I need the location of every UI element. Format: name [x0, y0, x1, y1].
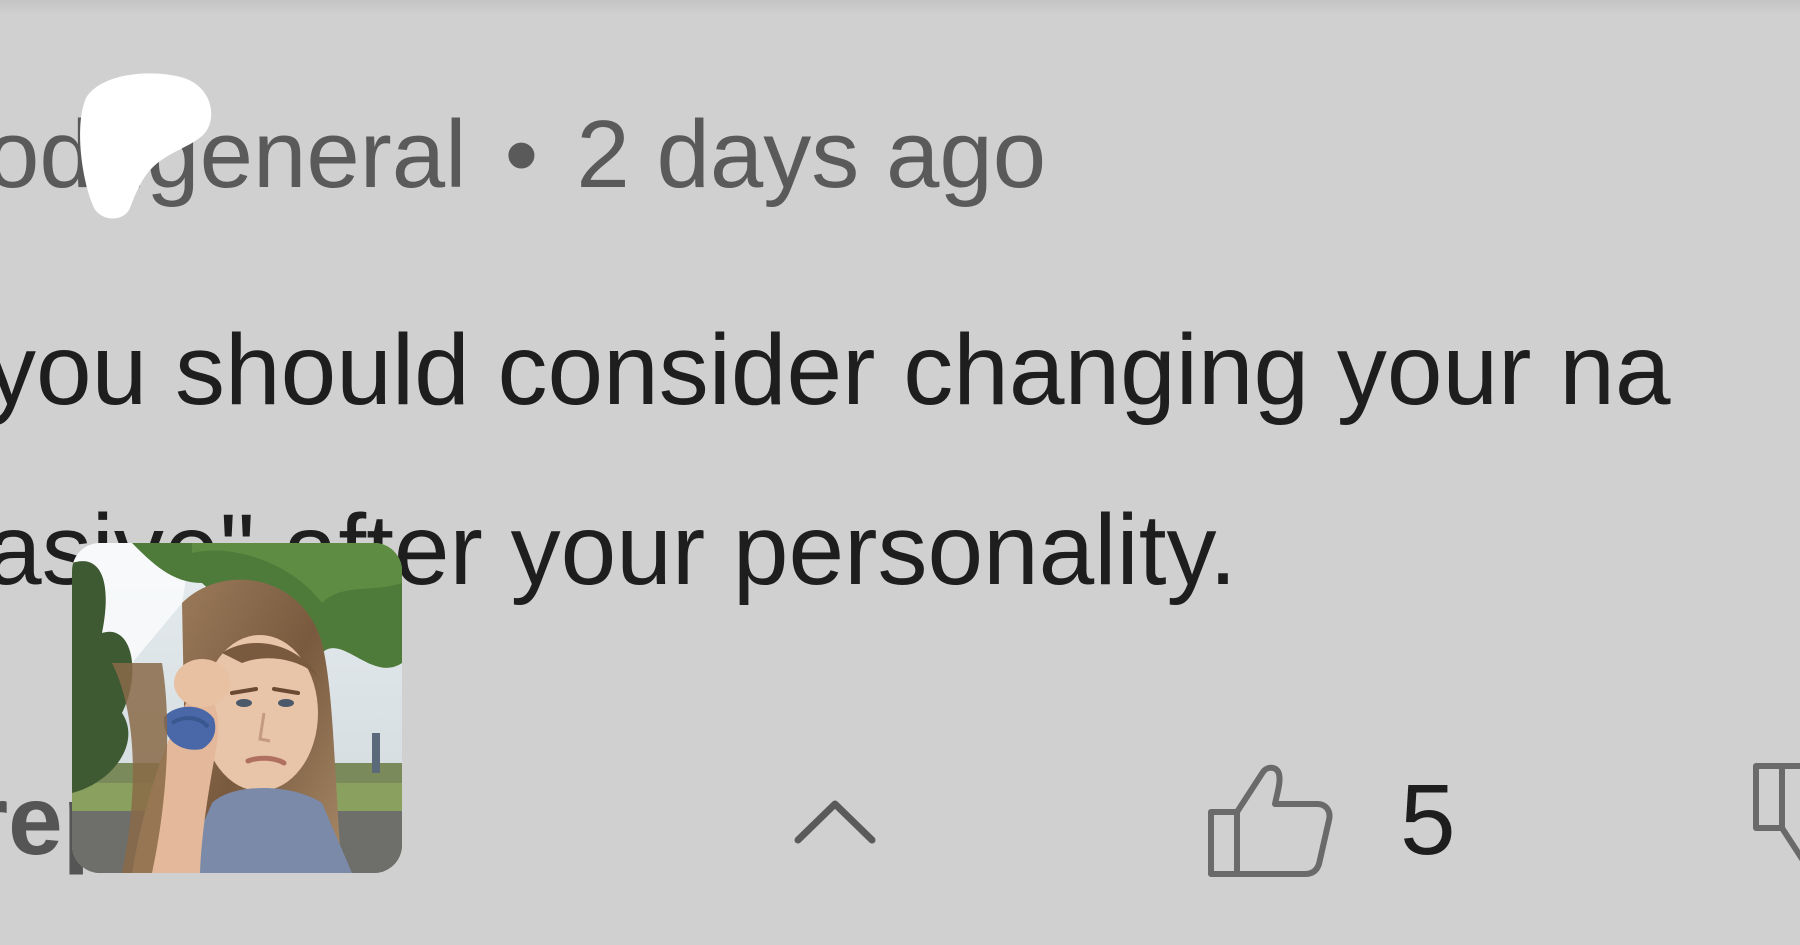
thumbs-up-icon[interactable] [1205, 760, 1335, 880]
timestamp: 2 days ago [576, 101, 1047, 208]
comment: odugeneral • 2 days ago you should conside… [0, 0, 1800, 945]
chevron-up-icon[interactable] [790, 790, 880, 850]
comment-text-line-1: you should consider changing your na [0, 314, 1671, 426]
commenter-avatar[interactable] [72, 543, 402, 873]
author-name[interactable]: odugeneral [0, 101, 466, 208]
avatar-photo [72, 543, 402, 873]
thumbs-down-icon[interactable] [1750, 760, 1800, 880]
redaction-blob [80, 73, 212, 219]
separator-dot: • [504, 101, 539, 208]
like-count: 5 [1400, 764, 1456, 876]
